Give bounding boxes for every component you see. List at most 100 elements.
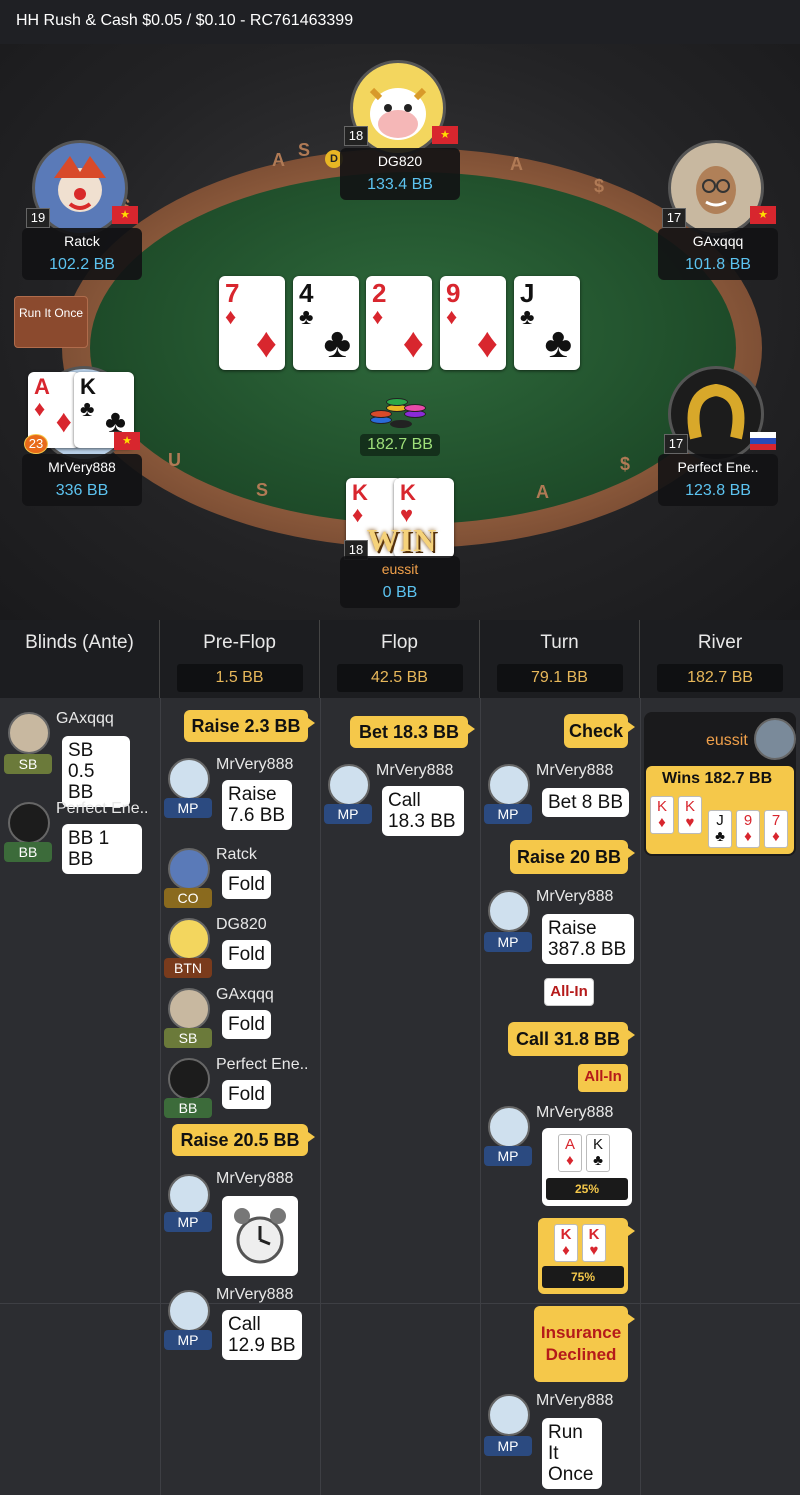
position-badge: SB xyxy=(164,1028,212,1048)
win-banner: WIN xyxy=(366,522,438,558)
player-stack: 133.4 BB xyxy=(367,176,433,193)
level-flame-badge: 23 xyxy=(24,434,48,454)
rail-letter: A xyxy=(272,150,285,170)
seat-hero[interactable]: eussit 0 BB xyxy=(340,556,460,608)
russia-flag-icon xyxy=(750,432,776,450)
player-stack: 123.8 BB xyxy=(685,482,751,499)
position-badge: SB xyxy=(4,754,52,774)
run-it-once-button[interactable]: Run It Once xyxy=(14,296,88,348)
equity-percent: 25% xyxy=(546,1178,628,1200)
column-pot: 79.1 BB xyxy=(496,664,623,692)
position-badge: MP xyxy=(164,1330,212,1350)
avatar-eussit xyxy=(754,718,796,760)
avatar-mrvery888 xyxy=(328,764,370,806)
divider xyxy=(320,698,321,1495)
divider xyxy=(640,698,641,1495)
column-pot: 42.5 BB xyxy=(336,664,463,692)
column-pot: 182.7 BB xyxy=(657,664,783,692)
position-badge: MP xyxy=(484,1436,532,1456)
board-card-3: 2 ♦ ♦ xyxy=(366,276,432,370)
seat-left-top[interactable]: Ratck 102.2 BB xyxy=(22,228,142,280)
action-bubble: Raise 387.8 BB xyxy=(542,914,634,964)
player-name: DG820 xyxy=(216,916,267,933)
player-name: Perfect Ene.. xyxy=(677,459,759,475)
avatar-mrvery888 xyxy=(488,1106,530,1148)
player-stack: 0 BB xyxy=(382,584,418,601)
hand-history: Blinds (Ante) Pre-Flop 1.5 BB Flop 42.5 BB… xyxy=(0,620,800,1495)
china-flag-icon: ★ xyxy=(432,126,458,144)
card-mini: K ♥ xyxy=(582,1224,606,1262)
rail-letter: U xyxy=(168,450,181,470)
card-mini: 9 ♦ xyxy=(736,810,760,848)
board-card-4: 9 ♦ ♦ xyxy=(440,276,506,370)
player-name: DG820 xyxy=(377,153,423,169)
rail-letter: $ xyxy=(594,176,605,196)
all-in-tag: All-In xyxy=(578,1064,628,1092)
seat-left-bottom[interactable]: MrVery888 336 BB xyxy=(22,454,142,506)
column-blinds[interactable]: Blinds (Ante) xyxy=(0,620,160,698)
seat-right-bottom[interactable]: Perfect Ene.. 123.8 BB xyxy=(658,454,778,506)
avatar-mrvery888 xyxy=(168,758,210,800)
player-name: Ratck xyxy=(216,846,257,863)
player-name: MrVery888 xyxy=(216,756,294,773)
position-badge: BB xyxy=(164,1098,212,1118)
card-mini: K ♦ xyxy=(650,796,674,834)
equity-panel: A ♦ K ♣ 25% xyxy=(542,1128,632,1206)
rail-letter: S xyxy=(298,140,311,160)
avatar-mrvery888 xyxy=(488,1394,530,1436)
avatar-gaxqqq xyxy=(168,988,210,1030)
board-card-5: J ♣ ♣ xyxy=(514,276,580,370)
avatar-gaxqqq xyxy=(8,712,50,754)
player-name: MrVery888 xyxy=(216,1286,294,1303)
divider xyxy=(0,1303,800,1304)
avatar-mrvery888 xyxy=(168,1290,210,1332)
column-preflop[interactable]: Pre-Flop 1.5 BB xyxy=(160,620,320,698)
rail-letter: A xyxy=(536,482,549,502)
action-bubble: Call 12.9 BB xyxy=(222,1310,302,1360)
action-bubble: Raise 7.6 BB xyxy=(222,780,292,830)
player-name: MrVery888 xyxy=(536,1104,614,1121)
winner-panel: eussit Wins 182.7 BB K ♦ K ♥ J ♣ 9 ♦ 7 ♦ xyxy=(644,712,796,856)
position-badge: MP xyxy=(484,932,532,952)
action-bubble: Bet 8 BB xyxy=(542,788,629,817)
china-flag-icon: ★ xyxy=(114,432,140,450)
column-title: Flop xyxy=(381,632,418,653)
position-badge: MP xyxy=(484,804,532,824)
seat-right-top[interactable]: GAxqqq 101.8 BB xyxy=(658,228,778,280)
position-badge: MP xyxy=(324,804,372,824)
player-name: MrVery888 xyxy=(216,1170,294,1187)
column-river[interactable]: River 182.7 BB xyxy=(640,620,800,698)
action-bubble: BB 1 BB xyxy=(62,824,142,874)
player-name: MrVery888 xyxy=(536,1392,614,1409)
level-badge: 18 xyxy=(344,126,368,146)
player-stack: 336 BB xyxy=(55,482,109,499)
column-pot: 1.5 BB xyxy=(176,664,303,692)
column-turn[interactable]: Turn 79.1 BB xyxy=(480,620,640,698)
player-name: GAxqqq xyxy=(216,986,274,1003)
player-stack: 102.2 BB xyxy=(49,256,115,273)
avatar-dg820 xyxy=(168,918,210,960)
action-bubble: SB 0.5 BB xyxy=(62,736,130,807)
position-badge: MP xyxy=(484,1146,532,1166)
card-mini: J ♣ xyxy=(708,810,732,848)
position-badge: MP xyxy=(164,798,212,818)
column-title: Pre-Flop xyxy=(203,632,276,653)
card-mini: K ♦ xyxy=(554,1224,578,1262)
column-flop[interactable]: Flop 42.5 BB xyxy=(320,620,480,698)
board-card-2: 4 ♣ ♣ xyxy=(293,276,359,370)
player-name: Perfect Ene.. xyxy=(216,1056,309,1073)
rail-letter: A xyxy=(510,154,523,174)
position-badge: BTN xyxy=(164,958,212,978)
board-card-1: 7 ♦ ♦ xyxy=(219,276,285,370)
avatar-perfect-ene xyxy=(168,1058,210,1100)
timebank-clock-icon xyxy=(222,1196,298,1276)
seat-top[interactable]: DG820 133.4 BB xyxy=(340,148,460,200)
pot-chips-icon xyxy=(366,394,436,434)
action-bubble: Run It Once xyxy=(542,1418,602,1489)
avatar-mrvery888 xyxy=(168,1174,210,1216)
hero-action: Raise 2.3 BB xyxy=(184,710,315,742)
winnings-box: Wins 182.7 BB K ♦ K ♥ J ♣ 9 ♦ 7 ♦ xyxy=(646,766,794,854)
rail-letter: S xyxy=(256,480,269,500)
avatar-mrvery888 xyxy=(488,890,530,932)
china-flag-icon: ★ xyxy=(750,206,776,224)
